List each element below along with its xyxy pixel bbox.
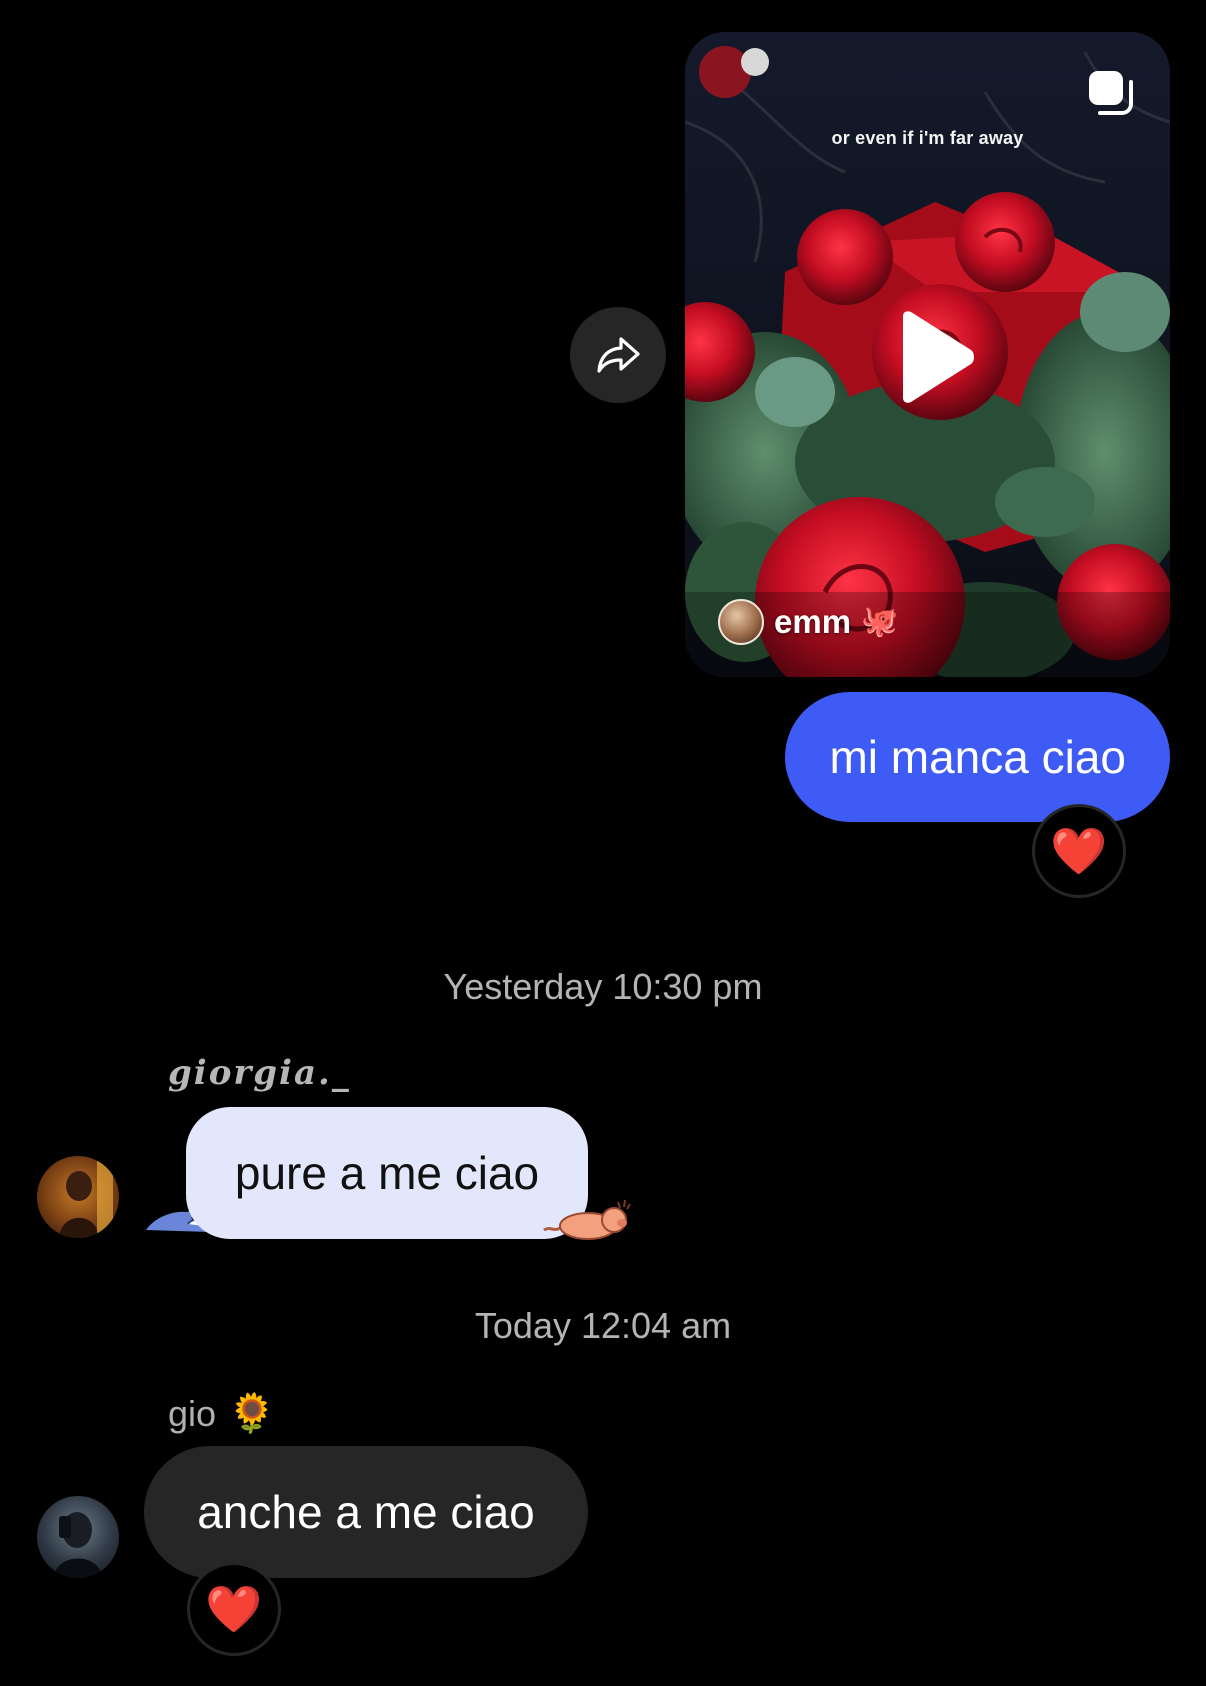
heart-icon: ❤️ [205, 1582, 263, 1635]
received-message-text: pure a me ciao [234, 1147, 540, 1199]
reel-author-avatar [718, 599, 764, 645]
shared-reel-card[interactable]: or even if i'm far away emm 🐙 [685, 32, 1170, 677]
reel-author-name: emm [774, 603, 852, 640]
sent-message-text: mi manca ciao [829, 731, 1126, 783]
timestamp: Today 12:04 am [474, 1305, 732, 1346]
sender-name-row: gio 🌻 [168, 1392, 275, 1436]
avatar[interactable] [37, 1496, 119, 1578]
heart-reaction[interactable]: ❤️ [1032, 804, 1126, 898]
received-message-bubble[interactable]: anche a me ciao [144, 1446, 588, 1578]
avatar[interactable] [37, 1156, 119, 1238]
avatar-photo [53, 1512, 103, 1578]
share-arrow-icon [597, 337, 640, 373]
multi-media-icon [1089, 71, 1133, 115]
heart-icon: ❤️ [1050, 824, 1108, 877]
received-message-text: anche a me ciao [197, 1486, 535, 1538]
play-icon[interactable] [893, 310, 977, 404]
sunflower-icon: 🌻 [228, 1393, 276, 1435]
sender-name: giorgia._ [168, 1053, 351, 1093]
heart-reaction[interactable]: ❤️ [187, 1562, 281, 1656]
received-message-bubble[interactable]: pure a me ciao [186, 1107, 588, 1239]
share-button[interactable] [570, 307, 666, 403]
sender-name: gio [168, 1393, 217, 1434]
reel-author[interactable]: emm 🐙 [718, 597, 898, 647]
reel-caption: or even if i'm far away [831, 128, 1024, 148]
pig-sticker [543, 1199, 631, 1240]
timestamp: Yesterday 10:30 pm [443, 966, 763, 1007]
sent-message-bubble[interactable]: mi manca ciao [785, 692, 1170, 822]
octopus-icon: 🐙 [861, 605, 899, 638]
avatar-photo [59, 1161, 113, 1238]
